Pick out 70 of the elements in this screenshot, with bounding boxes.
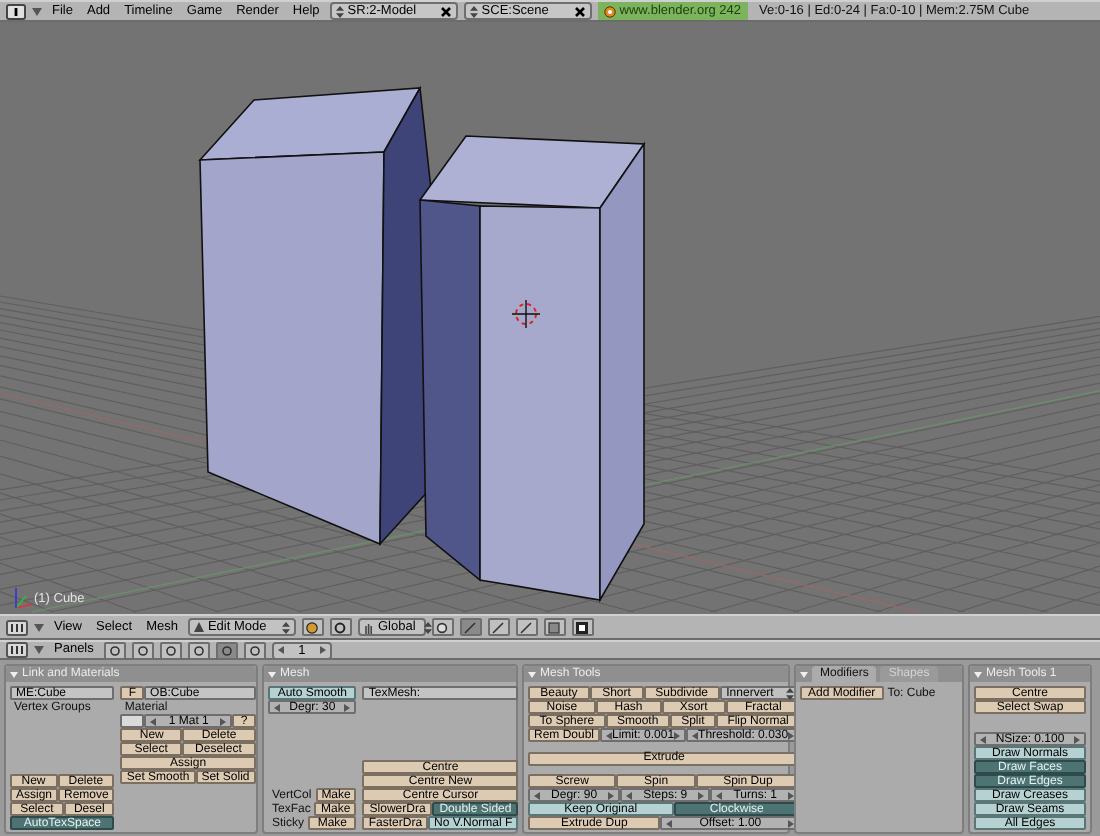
caret-icon[interactable] bbox=[32, 7, 42, 15]
context-tab[interactable] bbox=[187, 641, 210, 659]
right-arrow-icon bbox=[788, 731, 795, 739]
mesh-icon bbox=[193, 622, 204, 632]
info-icon[interactable] bbox=[6, 3, 26, 19]
context-icon bbox=[249, 645, 260, 655]
render-button[interactable] bbox=[571, 618, 594, 636]
window-type-icon[interactable] bbox=[6, 619, 28, 635]
collapse-icon[interactable] bbox=[800, 671, 808, 677]
select-mode-button[interactable] bbox=[459, 618, 482, 636]
context-tab[interactable] bbox=[103, 641, 126, 659]
sphere-icon bbox=[306, 621, 319, 633]
right-arrow-icon bbox=[220, 717, 227, 725]
collapse-icon[interactable] bbox=[974, 671, 982, 677]
left-arrow-icon bbox=[150, 717, 157, 725]
up-down-arrows-icon bbox=[469, 5, 478, 17]
material-color-swatch[interactable] bbox=[120, 714, 145, 728]
left-arrow-icon bbox=[606, 731, 613, 739]
context-tab[interactable] bbox=[159, 641, 182, 659]
context-tab[interactable] bbox=[243, 641, 266, 659]
context-icon bbox=[137, 645, 148, 655]
pivot-button[interactable] bbox=[329, 618, 352, 636]
right-arrow-icon bbox=[788, 791, 795, 799]
occlude-button[interactable] bbox=[543, 618, 566, 636]
close-icon[interactable] bbox=[573, 5, 586, 17]
left-arrow-icon bbox=[626, 791, 633, 799]
caret-icon[interactable] bbox=[34, 623, 44, 631]
right-arrow-icon bbox=[674, 731, 681, 739]
right-arrow-icon bbox=[788, 819, 795, 827]
up-down-arrows-icon bbox=[423, 621, 432, 633]
select-mode-button[interactable] bbox=[487, 618, 510, 636]
image-icon bbox=[576, 621, 589, 633]
context-icon bbox=[193, 645, 204, 655]
mode-icon bbox=[464, 621, 477, 633]
left-arrow-icon bbox=[277, 646, 284, 654]
3d-cursor-icon bbox=[511, 299, 541, 329]
collapse-icon[interactable] bbox=[268, 671, 276, 677]
left-arrow-icon bbox=[980, 735, 986, 743]
context-icon bbox=[165, 645, 176, 655]
context-icon bbox=[221, 645, 232, 655]
axes-icon bbox=[15, 587, 33, 609]
left-arrow-icon bbox=[716, 791, 723, 799]
left-arrow-icon bbox=[274, 703, 280, 711]
right-arrow-icon bbox=[1073, 735, 1080, 743]
right-arrow-icon bbox=[698, 791, 705, 799]
caret-icon[interactable] bbox=[34, 646, 44, 654]
draw-type-button[interactable] bbox=[301, 618, 324, 636]
window-type-icon[interactable] bbox=[6, 642, 28, 658]
right-arrow-icon bbox=[319, 646, 326, 654]
context-tab[interactable] bbox=[215, 641, 238, 659]
collapse-icon[interactable] bbox=[528, 671, 536, 677]
context-tab[interactable] bbox=[131, 641, 154, 659]
left-arrow-icon bbox=[666, 819, 673, 827]
context-icon bbox=[109, 645, 120, 655]
up-down-arrows-icon bbox=[281, 621, 290, 633]
right-arrow-icon bbox=[608, 791, 615, 799]
cube-icon bbox=[548, 621, 561, 633]
mode-icon bbox=[520, 621, 533, 633]
select-mode-button[interactable] bbox=[515, 618, 538, 636]
left-arrow-icon bbox=[534, 791, 540, 799]
collapse-icon[interactable] bbox=[10, 671, 18, 677]
up-down-arrows-icon bbox=[335, 5, 344, 17]
up-down-arrows-icon bbox=[786, 687, 795, 699]
left-arrow-icon bbox=[692, 731, 699, 739]
mode-icon bbox=[492, 621, 505, 633]
ring-icon bbox=[334, 621, 347, 633]
right-arrow-icon bbox=[344, 703, 351, 711]
snap-button[interactable] bbox=[431, 618, 454, 636]
logo-icon bbox=[603, 5, 616, 17]
close-icon[interactable] bbox=[439, 5, 452, 17]
